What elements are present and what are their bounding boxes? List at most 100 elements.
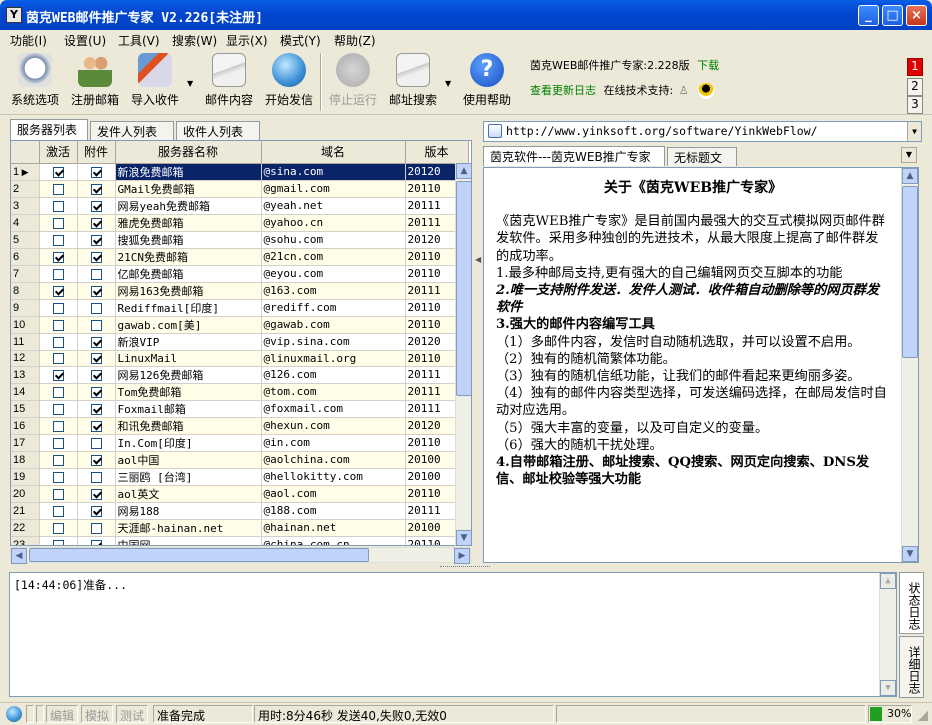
menu-tools[interactable]: 工具(V): [118, 32, 160, 49]
checkbox-icon[interactable]: [90, 319, 102, 331]
table-row[interactable]: 18 aol中国 @aolchina.com 20100: [11, 451, 469, 469]
checkbox-icon[interactable]: [52, 251, 64, 263]
table-row[interactable]: 21 网易188 @188.com 20111: [11, 502, 469, 520]
doc-scroll-up-icon[interactable]: ▲: [902, 168, 918, 184]
attach-checkbox[interactable]: [77, 299, 116, 317]
menu-settings[interactable]: 设置(U): [64, 32, 106, 49]
checkbox-icon[interactable]: [90, 488, 102, 500]
active-checkbox[interactable]: [39, 383, 78, 401]
checkbox-icon[interactable]: [52, 166, 64, 178]
splitter-handle-icon[interactable]: ◀: [475, 255, 481, 267]
active-checkbox[interactable]: [39, 485, 78, 503]
checkbox-icon[interactable]: [52, 268, 64, 280]
attach-checkbox[interactable]: [77, 214, 116, 232]
changelog-link[interactable]: 查看更新日志: [530, 84, 596, 97]
checkbox-icon[interactable]: [90, 251, 102, 263]
table-row[interactable]: 19 三丽鸥 [台湾] @hellokitty.com 20100: [11, 468, 469, 486]
tab-list-dropdown-icon[interactable]: ▼: [901, 147, 917, 163]
table-row[interactable]: 6 21CN免费邮箱 @21cn.com 20110: [11, 248, 469, 266]
status-edit[interactable]: 编辑: [46, 705, 79, 723]
active-checkbox[interactable]: [39, 350, 78, 367]
active-checkbox[interactable]: [39, 468, 78, 486]
checkbox-icon[interactable]: [90, 353, 102, 364]
table-row[interactable]: 10 gawab.com[美] @gawab.com 20110: [11, 316, 469, 334]
scroll-thumb[interactable]: [456, 181, 472, 396]
doc-vertical-scrollbar[interactable]: ▲ ▼: [901, 168, 918, 562]
attach-checkbox[interactable]: [77, 350, 116, 367]
active-checkbox[interactable]: [39, 417, 78, 435]
checkbox-icon[interactable]: [90, 539, 102, 545]
checkbox-icon[interactable]: [90, 302, 102, 314]
checkbox-icon[interactable]: [52, 403, 64, 415]
col-header-server-name[interactable]: 服务器名称: [115, 141, 262, 164]
server-grid[interactable]: 激活 附件 服务器名称 域名 版本 1 ▶ 新浪免费邮箱 @sina.com 20 12…: [10, 140, 472, 546]
help-button[interactable]: ? 使用帮助: [458, 53, 516, 113]
table-row[interactable]: 20 aol英文 @aol.com 20110: [11, 485, 469, 503]
checkbox-icon[interactable]: [90, 336, 102, 348]
browser-tab-untitled[interactable]: 无标题文档: [667, 147, 737, 182]
menu-search[interactable]: 搜索(W): [172, 32, 217, 49]
scroll-down-icon[interactable]: ▼: [456, 530, 472, 546]
table-row[interactable]: 15 Foxmail邮箱 @foxmail.com 20111: [11, 400, 469, 418]
log-scroll-up-icon[interactable]: ▲: [880, 573, 896, 589]
active-checkbox[interactable]: [39, 519, 78, 537]
attach-checkbox[interactable]: [77, 265, 116, 283]
minimize-button[interactable]: _: [858, 5, 879, 26]
attach-checkbox[interactable]: [77, 468, 116, 486]
checkbox-icon[interactable]: [90, 183, 102, 195]
active-checkbox[interactable]: [39, 451, 78, 469]
maximize-button[interactable]: □: [882, 5, 903, 26]
url-dropdown-icon[interactable]: ▼: [907, 122, 921, 141]
checkbox-icon[interactable]: [52, 420, 64, 432]
attach-checkbox[interactable]: [77, 519, 116, 537]
table-row[interactable]: 2 GMail免费邮箱 @gmail.com 20110: [11, 180, 469, 198]
table-row[interactable]: 14 Tom免费邮箱 @tom.com 20111: [11, 383, 469, 401]
attach-checkbox[interactable]: [77, 333, 116, 351]
active-checkbox[interactable]: [39, 180, 78, 198]
page-tab-1[interactable]: 1: [907, 58, 923, 76]
resize-grip-icon[interactable]: [918, 711, 928, 721]
checkbox-icon[interactable]: [90, 522, 102, 534]
start-send-button[interactable]: 开始发信: [260, 53, 318, 113]
table-row[interactable]: 13 网易126免费邮箱 @126.com 20111: [11, 366, 469, 384]
url-field[interactable]: http://www.yinksoft.org/software/YinkWeb…: [483, 121, 922, 142]
checkbox-icon[interactable]: [90, 200, 102, 212]
scroll-left-icon[interactable]: ◀: [11, 548, 27, 564]
attach-checkbox[interactable]: [77, 536, 116, 545]
checkbox-icon[interactable]: [52, 505, 64, 517]
page-tab-3[interactable]: 3: [907, 96, 923, 114]
checkbox-icon[interactable]: [90, 285, 102, 297]
tab-detail-log[interactable]: 详细日志: [899, 636, 924, 698]
attach-checkbox[interactable]: [77, 248, 116, 266]
grid-horizontal-scrollbar[interactable]: ◀ ▶: [10, 547, 471, 564]
checkbox-icon[interactable]: [52, 471, 64, 483]
table-row[interactable]: 4 雅虎免费邮箱 @yahoo.cn 20111: [11, 214, 469, 232]
log-scroll-down-icon[interactable]: ▼: [880, 680, 896, 696]
doc-scroll-thumb[interactable]: [902, 186, 918, 358]
table-row[interactable]: 5 搜狐免费邮箱 @sohu.com 20120: [11, 231, 469, 249]
close-button[interactable]: ×: [906, 5, 927, 26]
checkbox-icon[interactable]: [90, 217, 102, 229]
page-tab-2[interactable]: 2: [907, 78, 923, 96]
table-row[interactable]: 12 LinuxMail @linuxmail.org 20110: [11, 350, 469, 367]
table-row[interactable]: 8 网易163免费邮箱 @163.com 20111: [11, 282, 469, 300]
menu-function[interactable]: 功能(I): [10, 32, 47, 49]
attach-checkbox[interactable]: [77, 417, 116, 435]
active-checkbox[interactable]: [39, 231, 78, 249]
browser-tab-yinksoft[interactable]: 茵克软件---茵克WEB推广专家: [483, 146, 665, 166]
attach-checkbox[interactable]: [77, 434, 116, 452]
horizontal-splitter[interactable]: [440, 566, 490, 570]
attach-checkbox[interactable]: [77, 451, 116, 469]
checkbox-icon[interactable]: [52, 386, 64, 398]
table-row[interactable]: 1 ▶ 新浪免费邮箱 @sina.com 20120: [11, 163, 469, 181]
active-checkbox[interactable]: [39, 265, 78, 283]
active-checkbox[interactable]: [39, 214, 78, 232]
tab-status-log[interactable]: 状态日志: [899, 572, 924, 634]
active-checkbox[interactable]: [39, 502, 78, 520]
checkbox-icon[interactable]: [52, 285, 64, 297]
attach-checkbox[interactable]: [77, 485, 116, 503]
active-checkbox[interactable]: [39, 299, 78, 317]
table-row[interactable]: 3 网易yeah免费邮箱 @yeah.net 20111: [11, 197, 469, 215]
checkbox-icon[interactable]: [52, 302, 64, 314]
checkbox-icon[interactable]: [52, 336, 64, 348]
